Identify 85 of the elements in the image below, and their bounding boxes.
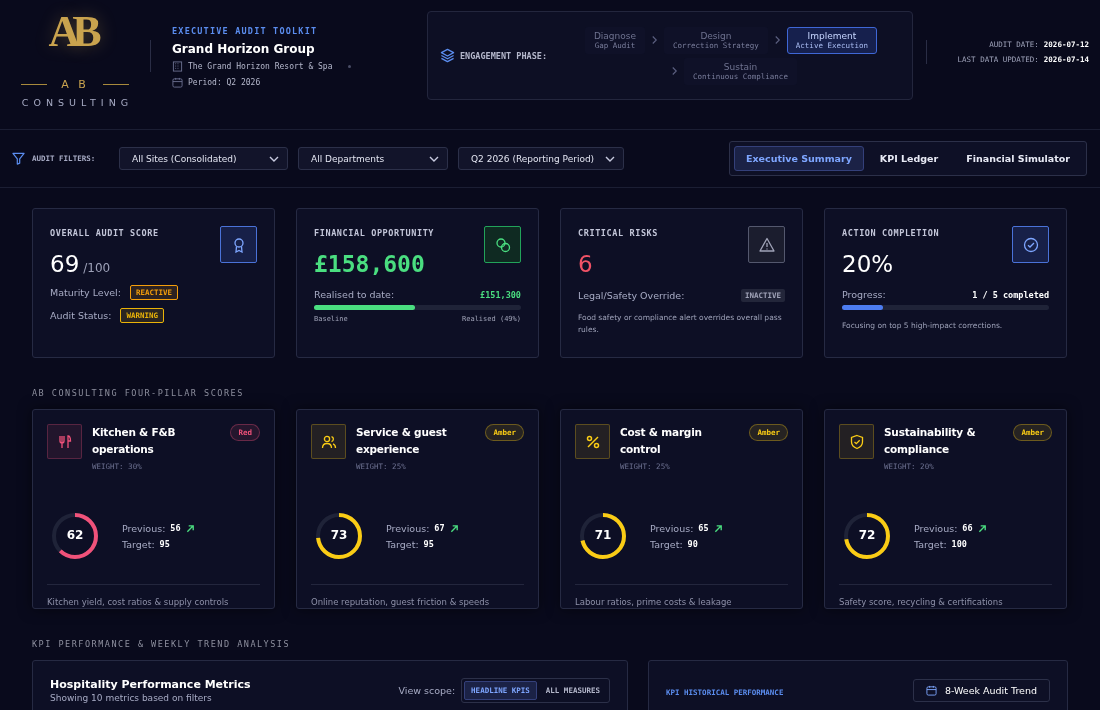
pillar-score: 72 — [857, 528, 877, 542]
target-value: 90 — [687, 539, 698, 549]
progress-value: £151,300 — [480, 289, 521, 300]
kpi-value: 20% — [842, 251, 894, 277]
kpi-value: 6 — [578, 251, 593, 277]
pillar-description: Safety score, recycling & certifications — [839, 584, 1052, 607]
pillar-name: Cost & margin control — [620, 425, 703, 457]
status-label: Audit Status: — [50, 310, 112, 321]
previous-label: Previous: — [650, 522, 694, 534]
previous-label: Previous: — [122, 522, 166, 534]
target-value: 95 — [423, 539, 434, 549]
trend-up-icon — [185, 523, 195, 533]
pillar-score: 73 — [329, 528, 349, 542]
building-icon — [172, 61, 183, 72]
kpi-title: FINANCIAL OPPORTUNITY — [314, 228, 435, 238]
percent-icon — [584, 433, 601, 450]
filter-dropdown[interactable]: All Departments — [298, 147, 448, 170]
caret-icon — [269, 155, 279, 162]
target-value: 100 — [951, 539, 967, 549]
pillar-description: Online reputation, guest friction & speeds — [311, 584, 524, 607]
pillar-score: 71 — [593, 528, 613, 542]
client-name: Grand Horizon Group — [172, 42, 316, 56]
previous-value: 66 — [962, 523, 973, 533]
period-label: Period: Q2 2026 — [188, 78, 261, 87]
brand-letters: A B — [61, 78, 89, 91]
site-name: The Grand Horizon Resort & Spa — [188, 62, 333, 71]
check-circle-icon — [1022, 236, 1039, 253]
brand-name: CONSULTING — [21, 97, 134, 108]
pillar-name: Sustainability & compliance — [884, 425, 977, 457]
warning-icon — [758, 236, 775, 253]
kpi-value: £158,600 — [314, 251, 425, 277]
coins-icon — [494, 236, 511, 253]
filter-dropdown[interactable]: Q2 2026 (Reporting Period) — [458, 147, 624, 170]
target-label: Target: — [914, 538, 947, 550]
target-label: Target: — [386, 538, 419, 550]
view-tab[interactable]: Executive Summary — [733, 146, 864, 171]
caret-icon — [429, 155, 439, 162]
previous-value: 56 — [170, 523, 181, 533]
pillar-description: Labour ratios, prime costs & leakage — [575, 584, 788, 607]
override-label: Legal/Safety Override: — [578, 290, 685, 301]
engagement-label: ENGAGEMENT PHASE: — [460, 50, 547, 61]
users-icon — [320, 433, 337, 450]
view-tab[interactable]: Financial Simulator — [954, 146, 1082, 171]
trend-button[interactable]: 8-Week Audit Trend — [912, 679, 1050, 702]
chevron-icon — [773, 35, 781, 45]
scope-label: View scope: — [398, 685, 456, 696]
calendar-icon — [172, 77, 183, 88]
chevron-icon — [671, 66, 679, 76]
previous-label: Previous: — [914, 522, 958, 534]
trend-up-icon — [977, 523, 987, 533]
pillar-description: Kitchen yield, cost ratios & supply controls — [47, 584, 260, 607]
status-label: Maturity Level: — [50, 287, 121, 298]
filter-icon — [12, 152, 25, 165]
trend-up-icon — [449, 523, 459, 533]
panel-title: Hospitality Performance Metrics — [50, 678, 252, 691]
target-label: Target: — [650, 538, 683, 550]
cutlery-icon — [56, 433, 73, 450]
trend-up-icon — [713, 523, 723, 533]
previous-value: 65 — [698, 523, 709, 533]
filter-dropdown[interactable]: All Sites (Consolidated) — [119, 147, 288, 170]
progress-label: Progress: — [842, 289, 886, 300]
pillar-name: Service & guest experience — [356, 425, 448, 457]
previous-label: Previous: — [386, 522, 430, 534]
kpi-title: ACTION COMPLETION — [842, 228, 940, 238]
target-label: Target: — [122, 538, 155, 550]
panel-subtitle: Showing 10 metrics based on filters — [50, 693, 213, 703]
kpi-value: 69 — [50, 251, 80, 277]
kpi-title: OVERALL AUDIT SCORE — [50, 228, 159, 238]
section-title: AB CONSULTING FOUR-PILLAR SCORES — [32, 388, 245, 398]
layers-icon — [440, 48, 455, 63]
chevron-icon — [651, 35, 659, 45]
kpi-unit: /100 — [83, 261, 111, 275]
view-tab[interactable]: KPI Ledger — [867, 146, 951, 171]
section-title: KPI PERFORMANCE & WEEKLY TREND ANALYSIS — [32, 639, 292, 649]
target-value: 95 — [159, 539, 170, 549]
caret-icon — [605, 155, 615, 162]
previous-value: 67 — [434, 523, 445, 533]
shield-check-icon — [848, 433, 865, 450]
progress-label: Realised to date: — [314, 289, 395, 300]
progress-value: 1 / 5 completed — [972, 289, 1049, 300]
calendar-icon — [925, 685, 937, 696]
kpi-title: CRITICAL RISKS — [578, 228, 659, 238]
pillar-score: 62 — [65, 528, 85, 542]
toolkit-label: EXECUTIVE AUDIT TOOLKIT — [172, 26, 319, 36]
pillar-name: Kitchen & F&B operations — [92, 425, 177, 457]
